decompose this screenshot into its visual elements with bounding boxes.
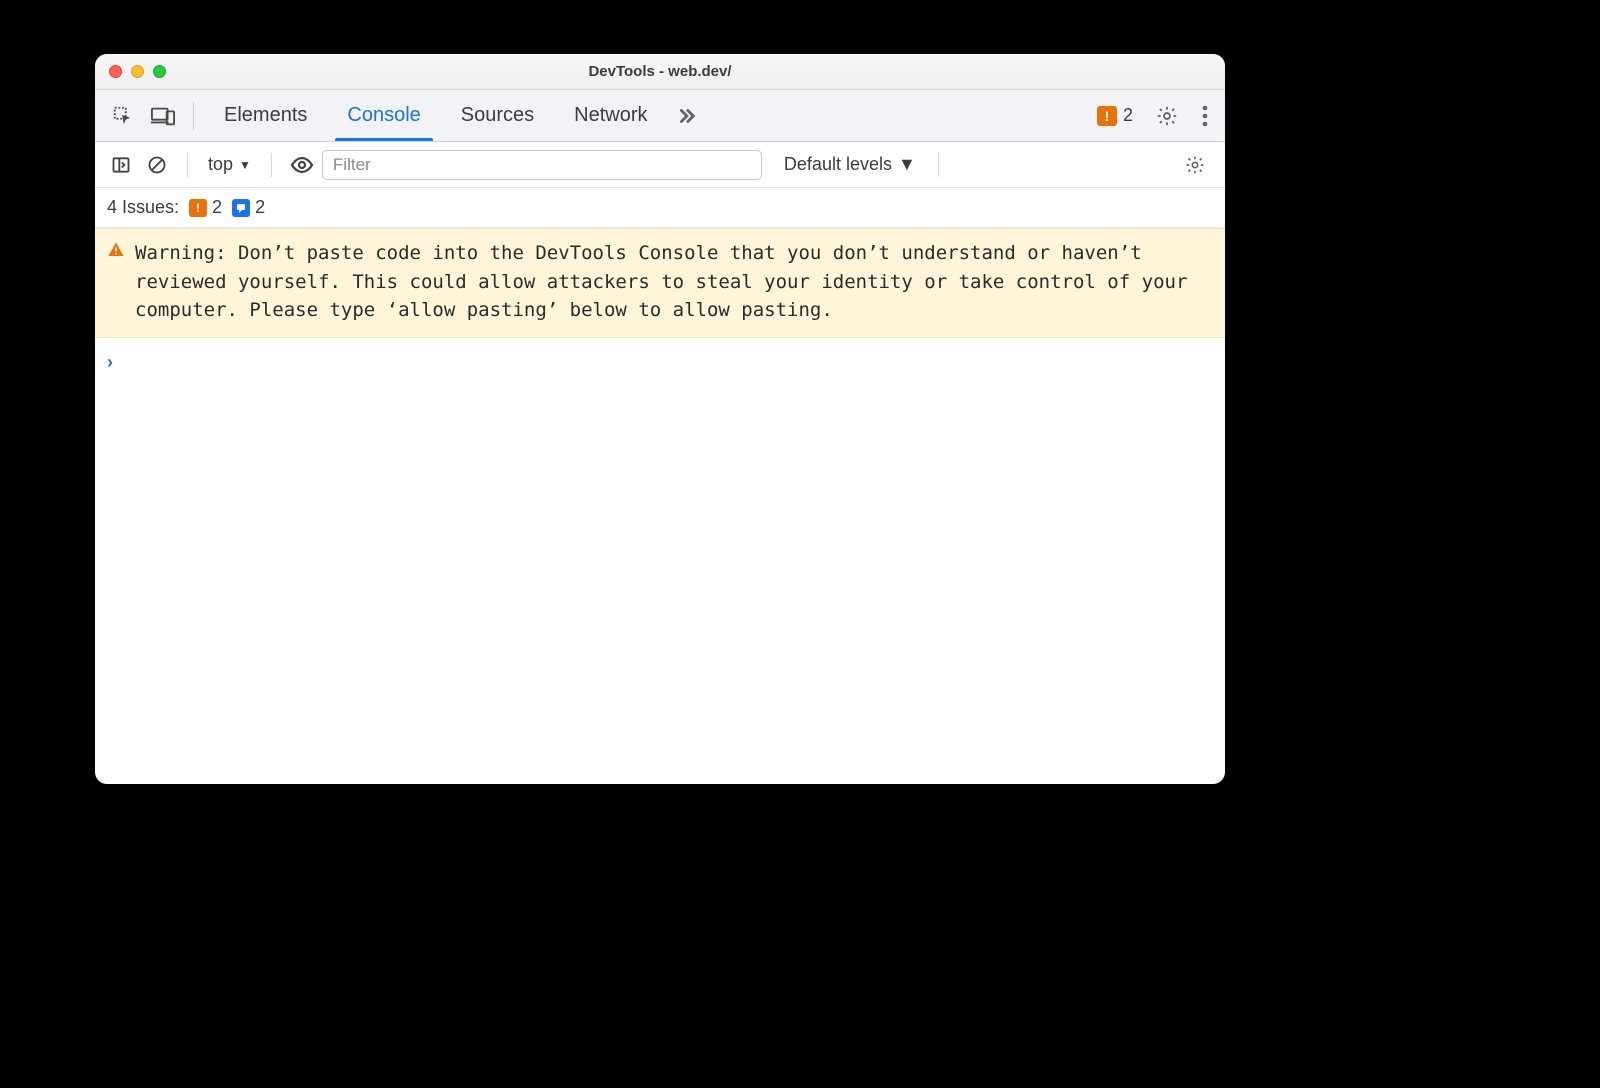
toggle-sidebar-button[interactable] <box>105 149 137 181</box>
console-settings-button[interactable] <box>1177 147 1213 183</box>
context-selector[interactable]: top ▼ <box>202 154 257 175</box>
tab-elements[interactable]: Elements <box>204 90 327 141</box>
zoom-window-button[interactable] <box>153 65 166 78</box>
main-tabbar: Elements Console Sources Network ! 2 <box>95 90 1225 142</box>
info-badge-icon <box>232 199 250 217</box>
inspect-element-icon[interactable] <box>105 98 141 134</box>
separator <box>187 153 188 177</box>
close-window-button[interactable] <box>109 65 122 78</box>
panel-tabs: Elements Console Sources Network <box>204 90 668 141</box>
levels-label: Default levels <box>784 154 892 175</box>
device-toolbar-icon[interactable] <box>145 98 181 134</box>
chevron-down-icon: ▼ <box>239 158 251 172</box>
minimize-window-button[interactable] <box>131 65 144 78</box>
context-label: top <box>208 154 233 175</box>
chevron-down-icon: ▼ <box>898 154 916 175</box>
live-expression-button[interactable] <box>286 149 318 181</box>
tab-network[interactable]: Network <box>554 90 667 141</box>
tabbar-issue-count: 2 <box>1123 105 1133 126</box>
log-levels-selector[interactable]: Default levels ▼ <box>784 154 916 175</box>
tab-sources[interactable]: Sources <box>441 90 554 141</box>
warning-badge-icon: ! <box>1097 106 1117 126</box>
separator <box>271 153 272 177</box>
separator <box>938 153 939 177</box>
separator <box>193 102 194 130</box>
clear-console-button[interactable] <box>141 149 173 181</box>
issues-info-pair[interactable]: 2 <box>232 197 265 218</box>
window-title: DevTools - web.dev/ <box>95 63 1225 80</box>
console-prompt[interactable]: › <box>95 338 1225 387</box>
issues-info-count: 2 <box>255 197 265 218</box>
issues-label: 4 Issues: <box>107 197 179 218</box>
tabbar-issue-indicator[interactable]: ! 2 <box>1097 105 1133 126</box>
traffic-lights <box>109 65 166 78</box>
titlebar: DevTools - web.dev/ <box>95 54 1225 90</box>
more-tabs-button[interactable] <box>668 105 704 127</box>
filter-input[interactable] <box>322 150 762 180</box>
warning-badge-icon: ! <box>189 199 207 217</box>
warning-text: Warning: Don’t paste code into the DevTo… <box>135 239 1209 325</box>
more-options-button[interactable] <box>1193 98 1217 134</box>
issues-warning-count: 2 <box>212 197 222 218</box>
settings-button[interactable] <box>1149 98 1185 134</box>
warning-triangle-icon <box>107 241 125 325</box>
console-toolbar: top ▼ Default levels ▼ <box>95 142 1225 188</box>
issues-summary: 4 Issues: ! 2 2 <box>95 188 1225 228</box>
tab-console[interactable]: Console <box>327 90 440 141</box>
paste-warning-message: Warning: Don’t paste code into the DevTo… <box>95 228 1225 338</box>
devtools-window: DevTools - web.dev/ Elements Console Sou… <box>95 54 1225 784</box>
issues-warning-pair[interactable]: ! 2 <box>189 197 222 218</box>
prompt-caret-icon: › <box>107 352 113 373</box>
